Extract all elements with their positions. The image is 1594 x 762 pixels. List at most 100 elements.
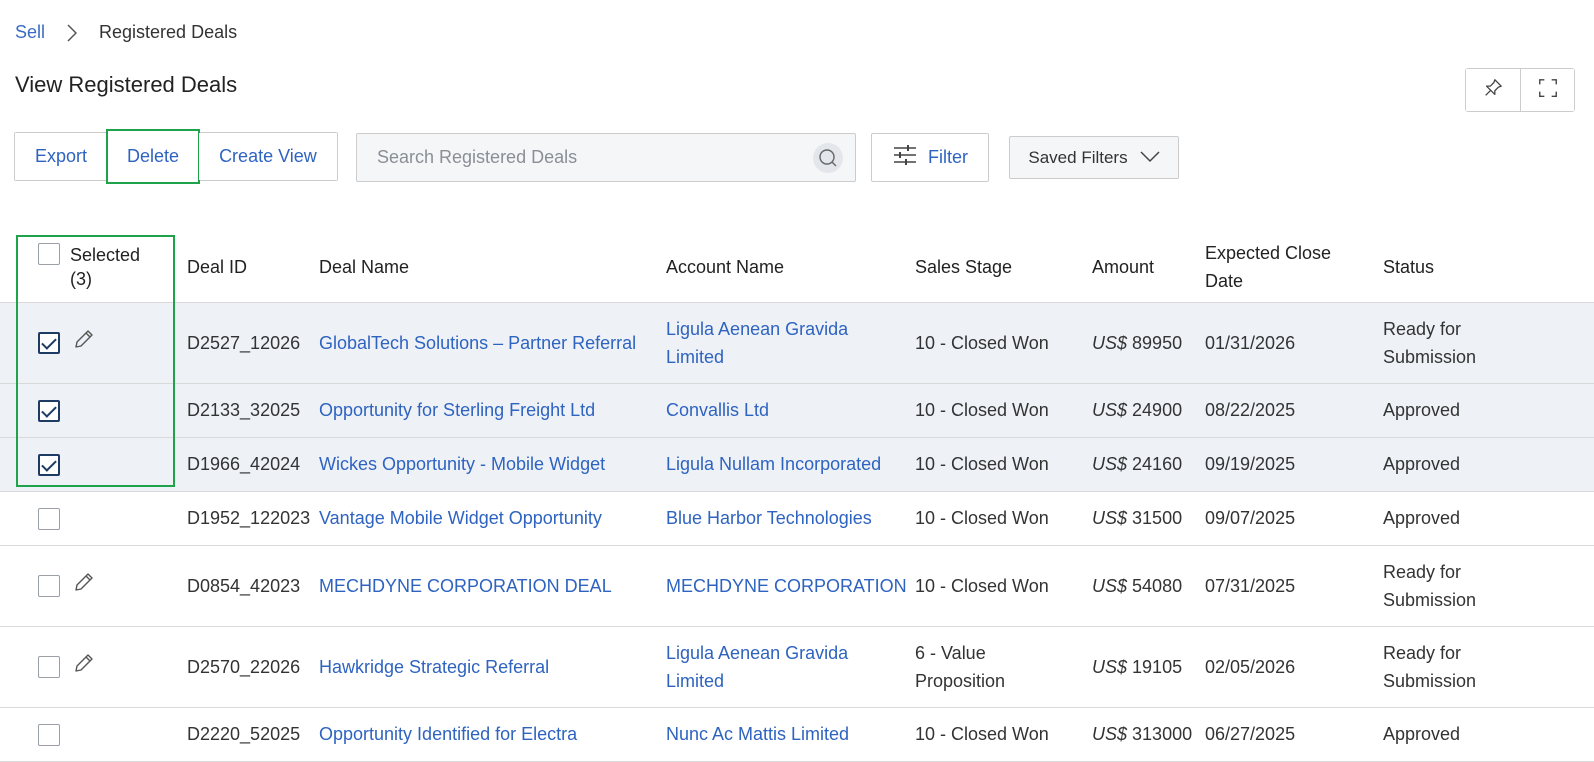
cell-status: Approved (1383, 437, 1594, 492)
amount-value: 24160 (1132, 454, 1183, 474)
page-title: View Registered Deals (15, 72, 238, 97)
pencil-icon[interactable] (72, 570, 96, 602)
pencil-icon[interactable] (72, 651, 96, 683)
amount-value: 313000 (1132, 724, 1193, 744)
deal-name-link[interactable]: MECHDYNE CORPORATION DEAL (319, 576, 612, 596)
account-name-link[interactable]: Ligula Aenean Gravida Limited (666, 319, 848, 367)
cell-close-date: 09/19/2025 (1205, 437, 1383, 492)
breadcrumb: Sell Registered Deals (15, 22, 237, 43)
amount-value: 24900 (1132, 400, 1183, 420)
cell-deal-id: D1966_42024 (187, 437, 319, 492)
cell-amount: US$ 24900 (1092, 383, 1205, 438)
row-checkbox[interactable] (38, 454, 60, 477)
row-checkbox[interactable] (38, 400, 60, 423)
filter-button[interactable]: Filter (871, 133, 989, 182)
cell-sales-stage: 6 - Value Proposition (915, 626, 1092, 708)
header-account-name[interactable]: Account Name (666, 232, 915, 303)
row-checkbox[interactable] (38, 331, 60, 354)
cell-status: Ready for Submission (1383, 545, 1594, 627)
row-checkbox[interactable] (38, 724, 60, 747)
create-view-button[interactable]: Create View (199, 133, 337, 180)
table-row: D2220_52025 Opportunity Identified for E… (0, 707, 1594, 762)
saved-filters-dropdown[interactable]: Saved Filters (1009, 136, 1179, 179)
cell-amount: US$ 24160 (1092, 437, 1205, 492)
account-name-link[interactable]: Ligula Nullam Incorporated (666, 454, 881, 474)
table-row: D0854_42023 MECHDYNE CORPORATION DEAL ME… (0, 545, 1594, 627)
cell-close-date: 09/07/2025 (1205, 491, 1383, 546)
breadcrumb-sell-link[interactable]: Sell (15, 22, 45, 43)
currency-symbol: US$ (1092, 724, 1128, 744)
cell-close-date: 08/22/2025 (1205, 383, 1383, 438)
account-name-link[interactable]: Blue Harbor Technologies (666, 508, 872, 528)
account-name-link[interactable]: MECHDYNE CORPORATION (666, 576, 907, 596)
deal-name-link[interactable]: Opportunity for Sterling Freight Ltd (319, 400, 595, 420)
filter-label: Filter (928, 147, 968, 167)
header-deal-id[interactable]: Deal ID (187, 232, 319, 303)
cell-deal-id: D2527_12026 (187, 302, 319, 384)
search-icon[interactable] (813, 142, 843, 173)
pencil-icon[interactable] (72, 327, 96, 359)
cell-deal-id: D2570_22026 (187, 626, 319, 708)
cell-sales-stage: 10 - Closed Won (915, 491, 1092, 546)
chevron-right-icon (67, 23, 78, 42)
select-all-checkbox[interactable] (38, 242, 60, 265)
selected-header-label: Selected (70, 244, 141, 265)
table-header-row: Selected (3) Deal ID Deal Name Account N… (0, 232, 1594, 303)
delete-button[interactable]: Delete (106, 129, 201, 184)
breadcrumb-current: Registered Deals (99, 22, 238, 42)
amount-value: 89950 (1132, 332, 1183, 353)
cell-deal-id: D2133_32025 (187, 383, 319, 438)
fullscreen-button[interactable] (1520, 69, 1574, 111)
cell-close-date: 01/31/2026 (1205, 302, 1383, 384)
cell-deal-id: D0854_42023 (187, 545, 319, 627)
cell-close-date: 06/27/2025 (1205, 707, 1383, 762)
row-checkbox[interactable] (38, 508, 60, 531)
expand-icon (1537, 77, 1559, 104)
selected-count: (3) (70, 268, 92, 289)
account-name-link[interactable]: Convallis Ltd (666, 400, 769, 420)
account-name-link[interactable]: Ligula Aenean Gravida Limited (666, 643, 848, 691)
cell-status: Ready for Submission (1383, 626, 1594, 708)
header-close-date[interactable]: Expected Close Date (1205, 232, 1383, 303)
header-amount[interactable]: Amount (1092, 232, 1205, 303)
cell-status: Ready for Submission (1383, 302, 1594, 384)
search-input[interactable] (377, 147, 813, 168)
pin-button[interactable] (1466, 69, 1520, 111)
cell-amount: US$ 89950 (1092, 302, 1205, 384)
view-controls (1465, 68, 1575, 112)
row-checkbox[interactable] (38, 574, 60, 597)
table-row: D1966_42024 Wickes Opportunity - Mobile … (0, 437, 1594, 492)
cell-amount: US$ 54080 (1092, 545, 1205, 627)
cell-status: Approved (1383, 707, 1594, 762)
export-button[interactable]: Export (15, 133, 108, 180)
cell-sales-stage: 10 - Closed Won (915, 707, 1092, 762)
header-status[interactable]: Status (1383, 232, 1594, 303)
header-sales-stage[interactable]: Sales Stage (915, 232, 1092, 303)
pin-icon (1482, 77, 1504, 104)
deal-name-link[interactable]: Opportunity Identified for Electra (319, 724, 577, 744)
row-checkbox[interactable] (38, 655, 60, 678)
search-box (356, 133, 856, 182)
cell-sales-stage: 10 - Closed Won (915, 437, 1092, 492)
cell-deal-id: D2220_52025 (187, 707, 319, 762)
deal-name-link[interactable]: Wickes Opportunity - Mobile Widget (319, 454, 605, 474)
deal-name-link[interactable]: Hawkridge Strategic Referral (319, 657, 549, 677)
cell-status: Approved (1383, 491, 1594, 546)
account-name-link[interactable]: Nunc Ac Mattis Limited (666, 724, 849, 744)
header-selected: Selected (3) (0, 232, 187, 303)
chevron-down-icon (1140, 148, 1160, 168)
action-button-group: Export Delete Create View (14, 129, 338, 184)
table-row: D2527_12026 GlobalTech Solutions – Partn… (0, 302, 1594, 384)
deal-name-link[interactable]: GlobalTech Solutions – Partner Referral (319, 333, 636, 353)
selected-header-text: Selected (3) (70, 243, 140, 291)
deals-table: Selected (3) Deal ID Deal Name Account N… (0, 232, 1594, 762)
cell-sales-stage: 10 - Closed Won (915, 302, 1092, 384)
currency-symbol: US$ (1092, 508, 1128, 528)
header-deal-name[interactable]: Deal Name (319, 232, 666, 303)
cell-status: Approved (1383, 383, 1594, 438)
cell-close-date: 02/05/2026 (1205, 626, 1383, 708)
cell-sales-stage: 10 - Closed Won (915, 383, 1092, 438)
currency-symbol: US$ (1092, 575, 1128, 596)
currency-symbol: US$ (1092, 656, 1128, 677)
deal-name-link[interactable]: Vantage Mobile Widget Opportunity (319, 508, 602, 528)
